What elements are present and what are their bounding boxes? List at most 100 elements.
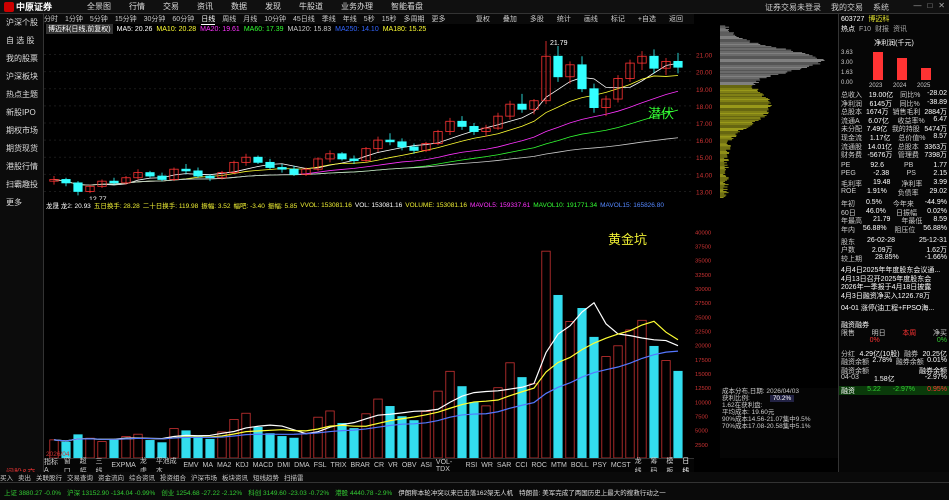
bottom-action[interactable]: 投资组合 (160, 472, 186, 482)
stock-tab[interactable]: 资讯 (893, 24, 907, 34)
sidebar-item[interactable]: 热点主题 (0, 86, 43, 104)
menu-item[interactable]: 行情 (129, 2, 145, 11)
toolbar-button[interactable]: 复权 (476, 14, 490, 24)
period-tab[interactable]: 45日线 (293, 14, 315, 24)
indicator-tab[interactable]: ROC (531, 462, 547, 469)
bottom-action[interactable]: 买入 (0, 472, 13, 482)
status-item[interactable]: 创业 1254.68 -27.22 -2.12% (161, 487, 242, 497)
indicator-tab[interactable]: CR (374, 462, 384, 469)
news-item[interactable]: 4月13日召开2025年度股东会 (839, 274, 949, 283)
toolbar-button[interactable]: +自选 (638, 14, 656, 24)
menu-item[interactable]: 交易 (163, 2, 179, 11)
status-item[interactable]: 沪深 13152.90 -134.04 -0.99% (67, 487, 155, 497)
minimize-icon[interactable]: — (913, 1, 921, 10)
news-item[interactable]: 2026年一季报于4月18日披露 (839, 282, 949, 291)
sidebar-item[interactable]: 沪深板块 (0, 68, 43, 86)
period-tab[interactable]: 15分钟 (115, 14, 137, 24)
bottom-action[interactable]: 沪深市场 (191, 472, 217, 482)
volume-chart[interactable]: 黄金坑2026/04 (44, 210, 694, 458)
sub-tab[interactable]: 限售 (841, 328, 855, 337)
period-tab[interactable]: 日线 (201, 14, 215, 25)
sub-tab[interactable]: 明日 (872, 328, 886, 337)
toolbar-button[interactable]: 返回 (669, 14, 683, 24)
status-item[interactable]: 港股 4440.78 -2.9% (335, 487, 392, 497)
period-tab[interactable]: 1分钟 (65, 14, 83, 24)
top-link[interactable]: 系统 (873, 2, 889, 13)
menu-item[interactable]: 发现 (265, 2, 281, 11)
menu-item[interactable]: 智能看盘 (391, 2, 423, 11)
stock-tab[interactable]: F10 (859, 26, 871, 33)
toolbar-button[interactable]: 多股 (530, 14, 544, 24)
indicator-tab[interactable]: RSI (466, 462, 478, 469)
period-tab[interactable]: 月线 (243, 14, 257, 24)
status-item[interactable]: 特朗普: 美军完成了两国历史上最大的搜救行动之一 (519, 487, 666, 497)
sub-tab[interactable]: 净买 (933, 328, 947, 337)
period-tab[interactable]: 15秒 (382, 14, 397, 24)
news-item[interactable] (839, 311, 949, 320)
bottom-action[interactable]: 综合资讯 (129, 472, 155, 482)
sidebar-item[interactable]: 我的股票 (0, 50, 43, 68)
indicator-tab[interactable]: TRIX (331, 462, 347, 469)
indicator-tab[interactable]: DMA (294, 462, 310, 469)
period-tab[interactable]: 更多 (432, 14, 446, 24)
stock-tab[interactable]: 财报 (875, 24, 889, 34)
indicator-tab[interactable]: WR (481, 462, 493, 469)
indicator-tab[interactable]: EXPMA (111, 462, 136, 469)
news-item[interactable]: 04-01 涨停(油工程+FPSO海... (839, 303, 949, 312)
period-tab[interactable]: 分时 (44, 14, 58, 24)
top-link[interactable]: 我的交易 (831, 2, 863, 13)
toolbar-button[interactable]: 叠加 (503, 14, 517, 24)
indicator-tab[interactable]: MCST (611, 462, 631, 469)
sidebar-item[interactable]: 期货现货 (0, 140, 43, 158)
sidebar-item[interactable]: 扫霸趣投 (0, 176, 43, 194)
sidebar-item[interactable]: 沪深个股 (0, 14, 43, 32)
sidebar-item[interactable]: 期权市场 (0, 122, 43, 140)
indicator-tab[interactable]: KDJ (235, 462, 248, 469)
price-chart[interactable]: 21.79←12.77潜伏 (44, 34, 694, 200)
menu-item[interactable]: 业务办理 (341, 2, 373, 11)
indicator-tab[interactable]: OBV (402, 462, 417, 469)
stock-tab[interactable]: 热点 (841, 24, 855, 34)
period-tab[interactable]: 多周期 (404, 14, 425, 24)
menu-item[interactable]: 牛股道 (299, 2, 323, 11)
indicator-tab[interactable]: VR (388, 462, 398, 469)
status-item[interactable]: 伊朗称本轮冲突以来已击落162架无人机 (398, 487, 513, 497)
sidebar-item[interactable]: 新股IPO (0, 104, 43, 122)
bottom-action[interactable]: 资金流向 (98, 472, 124, 482)
menu-item[interactable]: 全景图 (87, 2, 111, 11)
bottom-action[interactable]: 关联股行 (36, 472, 62, 482)
indicator-tab[interactable]: BRAR (351, 462, 370, 469)
indicator-tab[interactable]: MACD (253, 462, 274, 469)
toolbar-button[interactable]: 统计 (557, 14, 571, 24)
period-tab[interactable]: 周线 (222, 14, 236, 24)
indicator-tab[interactable]: CCI (515, 462, 527, 469)
news-item[interactable]: 融资融券 (839, 320, 949, 329)
bottom-action[interactable]: 扫描雷 (284, 472, 304, 482)
menu-item[interactable]: 资讯 (197, 2, 213, 11)
period-tab[interactable]: 30分钟 (144, 14, 166, 24)
status-item[interactable]: 科创 3149.60 -23.03 -0.72% (248, 487, 329, 497)
indicator-tab[interactable]: SAR (497, 462, 511, 469)
news-item[interactable]: 4月4日2025年年度股东会议通... (839, 265, 949, 274)
menu-item[interactable]: 数据 (231, 2, 247, 11)
indicator-tab[interactable]: VOL-TDX (436, 459, 462, 473)
indicator-tab[interactable]: ASI (421, 462, 432, 469)
indicator-tab[interactable]: DMI (277, 462, 290, 469)
status-item[interactable]: 上证 3880.27 -0.0% (4, 487, 61, 497)
period-tab[interactable]: 10分钟 (264, 14, 286, 24)
sub-tab[interactable]: 本周 (902, 328, 916, 337)
indicator-tab[interactable]: MA (203, 462, 214, 469)
sidebar-item[interactable]: 更多 (0, 194, 43, 212)
indicator-tab[interactable]: BOLL (571, 462, 589, 469)
period-tab[interactable]: 5秒 (364, 14, 375, 24)
close-icon[interactable]: ✕ (938, 1, 945, 10)
toolbar-button[interactable]: 画线 (584, 14, 598, 24)
bottom-action[interactable]: 交易查询 (67, 472, 93, 482)
sidebar-item[interactable]: 自 选 股 (0, 32, 43, 50)
news-item[interactable]: 4月3日融资净买入1226.78万 (839, 291, 949, 300)
indicator-tab[interactable]: EMV (183, 462, 198, 469)
indicator-tab[interactable]: MA2 (217, 462, 231, 469)
period-tab[interactable]: 年线 (343, 14, 357, 24)
maximize-icon[interactable]: □ (927, 1, 932, 10)
bottom-action[interactable]: 板块资讯 (222, 472, 248, 482)
